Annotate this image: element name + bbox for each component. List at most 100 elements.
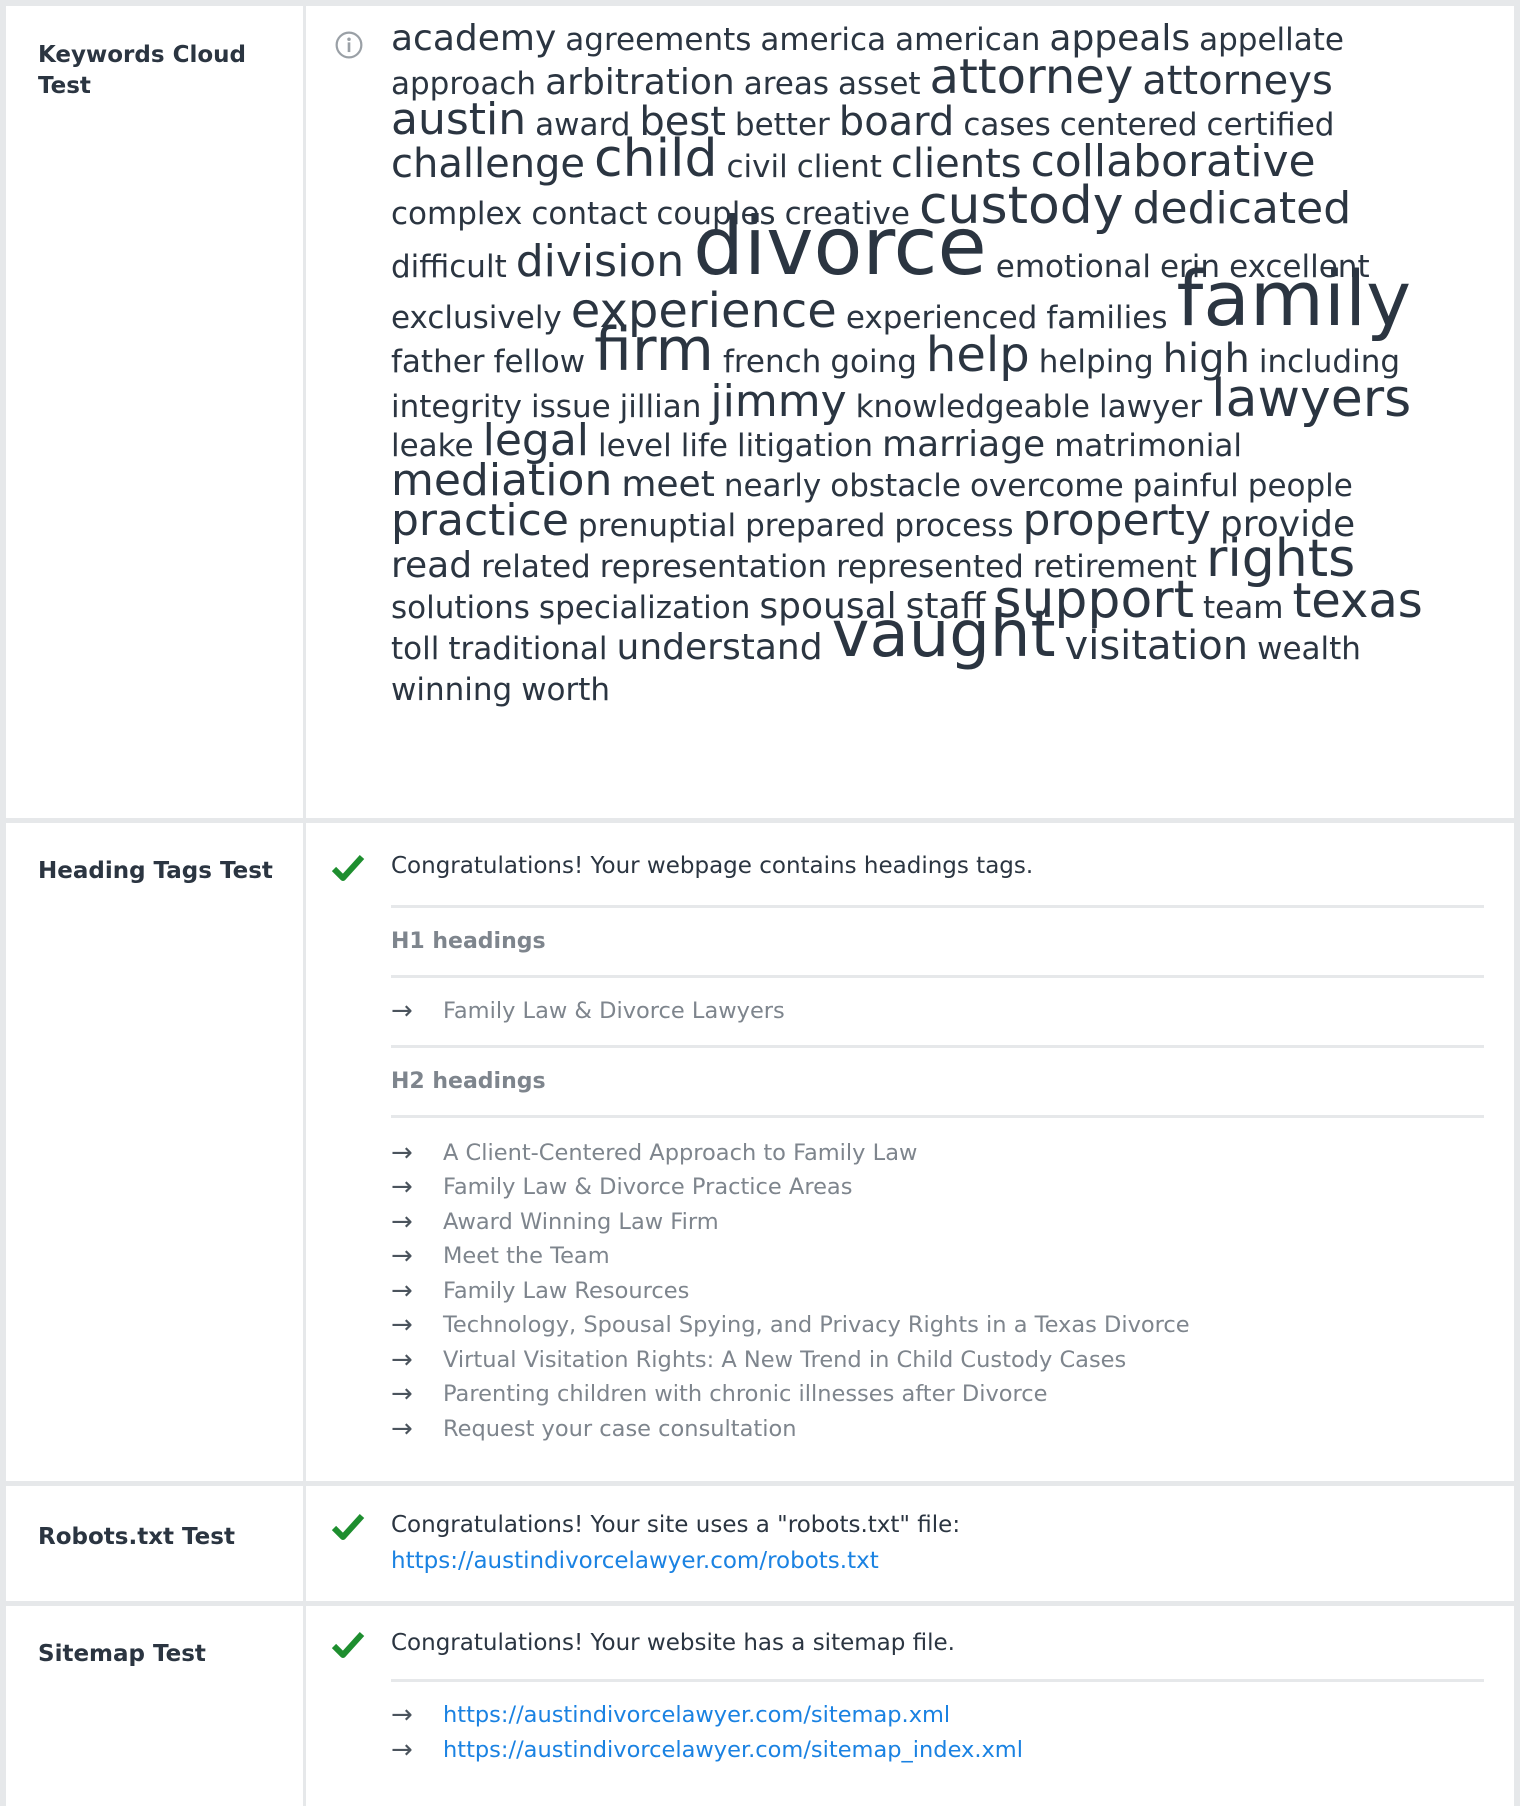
- heading-tags-content: Congratulations! Your webpage contains h…: [306, 823, 1514, 1481]
- keyword-litigation: litigation: [736, 428, 874, 465]
- keyword-understand: understand: [616, 626, 823, 668]
- sitemap-test-label: Sitemap Test: [6, 1606, 306, 1806]
- keyword-families: families: [1046, 300, 1168, 337]
- h1-heading-item: → Family Law & Divorce Lawyers: [391, 994, 1484, 1029]
- sitemap-link-item[interactable]: → https://austindivorcelawyer.com/sitemap…: [391, 1733, 1484, 1768]
- keyword-obstacle: obstacle: [830, 468, 961, 505]
- arrow-right-icon: →: [391, 1172, 413, 1202]
- h2-heading-item: → Request your case consultation: [391, 1412, 1484, 1447]
- keyword-team: team: [1203, 590, 1284, 627]
- h2-heading-item: → A Client-Centered Approach to Family La…: [391, 1136, 1484, 1171]
- keyword-visitation: visitation: [1064, 622, 1249, 669]
- keyword-areas: areas: [743, 66, 830, 103]
- keyword-going: going: [830, 344, 917, 381]
- keyword-civil: civil: [726, 149, 788, 186]
- arrow-right-icon: →: [391, 1206, 413, 1237]
- check-icon: [331, 1631, 365, 1658]
- keyword-read: read: [391, 544, 473, 586]
- heading-text: Family Law & Divorce Lawyers: [443, 998, 785, 1024]
- keyword-better: better: [734, 107, 830, 144]
- keyword-prepared: prepared: [745, 508, 886, 545]
- keyword-property: property: [1022, 495, 1211, 547]
- keyword-family: family: [1176, 254, 1412, 344]
- heading-tags-test-label: Heading Tags Test: [6, 823, 306, 1481]
- heading-text: A Client-Centered Approach to Family Law: [443, 1139, 918, 1166]
- arrow-right-icon: →: [391, 1700, 413, 1730]
- check-icon: [331, 1513, 365, 1540]
- sitemap-link[interactable]: https://austindivorcelawyer.com/sitemap.…: [443, 1698, 950, 1733]
- info-icon: [335, 31, 363, 59]
- keyword-dedicated: dedicated: [1132, 183, 1352, 235]
- keyword-prenuptial: prenuptial: [577, 508, 737, 545]
- keyword-jimmy: jimmy: [710, 376, 847, 428]
- keyword-toll: toll: [391, 631, 440, 668]
- h2-heading-item: → Meet the Team: [391, 1239, 1484, 1274]
- keywords-cloud-content: academy agreements america american appeals a…: [306, 6, 1514, 818]
- keyword-knowledgeable: knowledgeable: [855, 389, 1091, 426]
- h2-heading-item: → Virtual Visitation Rights: A New Trend …: [391, 1343, 1484, 1378]
- sitemap-link-item[interactable]: → https://austindivorcelawyer.com/sitemap…: [391, 1698, 1484, 1733]
- keyword-winning: winning: [391, 672, 513, 709]
- keyword-appellate: appellate: [1199, 22, 1344, 59]
- heading-text: Family Law & Divorce Practice Areas: [443, 1174, 853, 1200]
- sitemap-message: Congratulations! Your website has a site…: [391, 1630, 955, 1656]
- keyword-academy: academy: [391, 17, 557, 59]
- robots-row: Robots.txt Test Congratulations! Your si…: [6, 1486, 1514, 1606]
- keywords-cloud: academy agreements america american appeals a…: [391, 6, 1484, 806]
- keyword-father: father: [391, 344, 485, 381]
- arrow-right-icon: →: [391, 1344, 413, 1375]
- keyword-complex: complex: [391, 196, 523, 233]
- heading-text: Meet the Team: [443, 1243, 610, 1269]
- heading-text: Virtual Visitation Rights: A New Trend i…: [443, 1346, 1127, 1373]
- arrow-right-icon: →: [391, 1413, 413, 1444]
- keywords-cloud-row: Keywords Cloud Test academy agreements ame…: [6, 6, 1514, 823]
- keyword-related: related: [481, 549, 591, 586]
- keyword-contact: contact: [531, 196, 648, 233]
- keyword-marriage: marriage: [882, 423, 1046, 465]
- keyword-lawyers: lawyers: [1211, 368, 1412, 429]
- h1-headings-title: H1 headings: [391, 929, 546, 954]
- robots-content: Congratulations! Your site uses a "robot…: [306, 1486, 1514, 1601]
- robots-txt-link[interactable]: https://austindivorcelawyer.com/robots.t…: [391, 1543, 1484, 1579]
- h2-heading-item: → Technology, Spousal Spying, and Privacy…: [391, 1308, 1484, 1343]
- arrow-right-icon: →: [391, 1137, 413, 1168]
- keyword-attorneys: attorneys: [1142, 57, 1333, 104]
- keyword-emotional: emotional: [995, 249, 1151, 286]
- robots-test-label: Robots.txt Test: [6, 1486, 306, 1601]
- keyword-division: division: [515, 236, 685, 288]
- keyword-french: french: [722, 344, 822, 381]
- arrow-right-icon: →: [391, 1734, 413, 1765]
- keywords-cloud-test-label: Keywords Cloud Test: [6, 6, 306, 818]
- robots-message: Congratulations! Your site uses a "robot…: [391, 1512, 961, 1538]
- check-icon: [331, 854, 365, 881]
- keyword-austin: austin: [391, 94, 527, 146]
- arrow-right-icon: →: [391, 1275, 413, 1306]
- keyword-specialization: specialization: [538, 590, 751, 627]
- heading-tags-row: Heading Tags Test Congratulations! Your …: [6, 823, 1514, 1486]
- keyword-worth: worth: [521, 672, 611, 709]
- heading-text: Family Law Resources: [443, 1277, 690, 1304]
- keyword-helping: helping: [1038, 344, 1154, 381]
- keyword-difficult: difficult: [391, 249, 507, 286]
- keyword-exclusively: exclusively: [391, 300, 562, 337]
- heading-text: Request your case consultation: [443, 1415, 797, 1442]
- arrow-right-icon: →: [391, 1310, 413, 1340]
- keyword-representation: representation: [599, 549, 828, 586]
- keyword-matrimonial: matrimonial: [1054, 428, 1242, 465]
- arrow-right-icon: →: [391, 1241, 413, 1271]
- h2-heading-item: → Parenting children with chronic illness…: [391, 1377, 1484, 1412]
- keyword-vaught: vaught: [831, 598, 1056, 673]
- heading-tags-message: Congratulations! Your webpage contains h…: [391, 853, 1034, 879]
- h2-heading-item: → Family Law Resources: [391, 1274, 1484, 1309]
- keyword-attorney: attorney: [929, 49, 1134, 106]
- keyword-divorce: divorce: [693, 199, 987, 293]
- heading-text: Parenting children with chronic illnesse…: [443, 1381, 1048, 1407]
- sitemap-link[interactable]: https://austindivorcelawyer.com/sitemap_…: [443, 1733, 1023, 1768]
- h2-heading-item: → Family Law & Divorce Practice Areas: [391, 1170, 1484, 1205]
- arrow-right-icon: →: [391, 1379, 413, 1409]
- keyword-help: help: [925, 327, 1030, 384]
- keyword-challenge: challenge: [391, 140, 586, 187]
- keyword-process: process: [894, 508, 1014, 545]
- keyword-arbitration: arbitration: [545, 61, 735, 103]
- keyword-america: america: [760, 22, 887, 59]
